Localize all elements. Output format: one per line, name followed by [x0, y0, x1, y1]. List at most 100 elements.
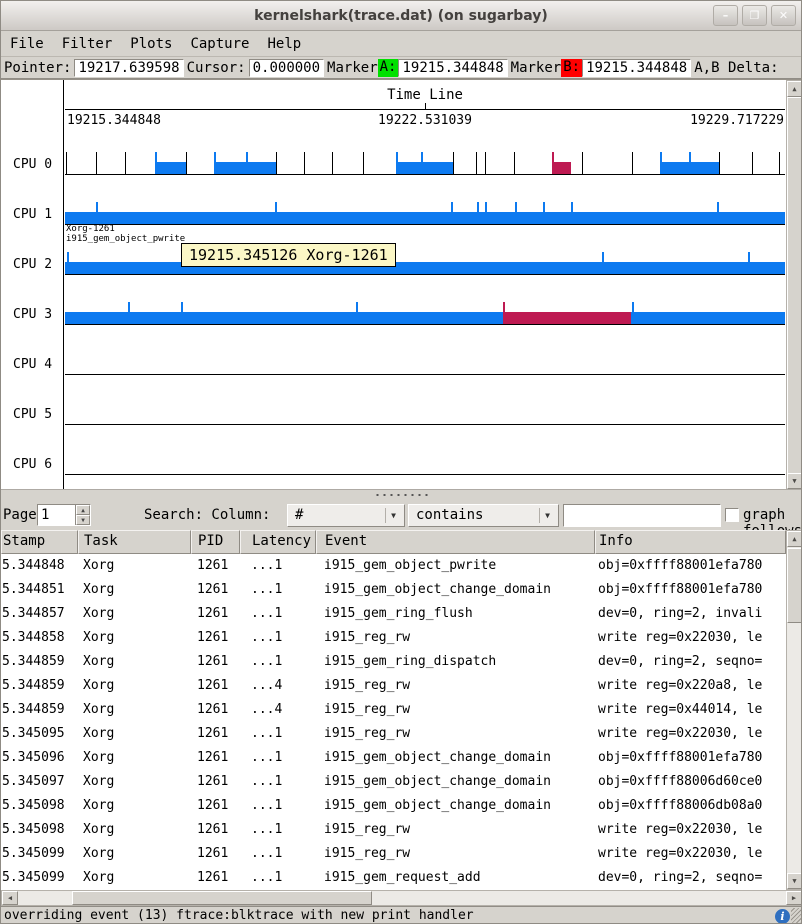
event-tick[interactable]	[66, 152, 67, 174]
task-bar[interactable]	[660, 162, 719, 174]
table-row[interactable]: 5.345096Xorg1261...1i915_gem_object_chan…	[1, 746, 786, 770]
table-row[interactable]: 5.345097Xorg1261...1i915_gem_object_chan…	[1, 770, 786, 794]
table-row[interactable]: 5.344859Xorg1261...4i915_reg_rwwrite reg…	[1, 674, 786, 698]
cell-pid: 1261	[191, 626, 240, 650]
task-bar[interactable]	[503, 312, 631, 324]
menu-plots[interactable]: Plots	[121, 31, 181, 57]
task-bar[interactable]	[214, 162, 276, 174]
scroll-up-icon[interactable]: ▲	[787, 531, 802, 547]
column-select[interactable]: # ▼	[287, 504, 405, 527]
marker-b-label: Marker	[508, 60, 562, 76]
header-stamp[interactable]: Stamp	[1, 530, 78, 554]
event-tick[interactable]	[632, 152, 633, 174]
table-row[interactable]: 5.344848Xorg1261...1i915_gem_object_pwri…	[1, 554, 786, 578]
event-tick[interactable]	[186, 152, 187, 174]
task-bar[interactable]	[631, 312, 785, 324]
table-row[interactable]: 5.344859Xorg1261...1i915_gem_ring_dispat…	[1, 650, 786, 674]
menu-filter[interactable]: Filter	[53, 31, 122, 57]
cell-info: write reg=0x22030, le	[595, 626, 786, 650]
task-bar[interactable]	[155, 162, 186, 174]
table-horizontal-scrollbar[interactable]: ◀ ▶	[1, 890, 802, 906]
event-tick[interactable]	[332, 152, 333, 174]
scroll-down-icon[interactable]: ▼	[787, 473, 802, 489]
event-tick[interactable]	[779, 152, 780, 174]
event-tick[interactable]	[719, 152, 720, 174]
cell-pid: 1261	[191, 602, 240, 626]
task-bar[interactable]	[552, 162, 571, 174]
pane-splitter[interactable]	[1, 489, 802, 501]
table-row[interactable]: 5.344859Xorg1261...4i915_reg_rwwrite reg…	[1, 698, 786, 722]
horizontal-scrollbar-thumb[interactable]	[72, 891, 372, 905]
marker-a-badge[interactable]: A:	[378, 59, 399, 77]
titlebar[interactable]: kernelshark(trace.dat) (on sugarbay) – ❐…	[1, 1, 801, 31]
graph-scrollbar-thumb[interactable]	[787, 97, 802, 474]
menu-help[interactable]: Help	[258, 31, 310, 57]
task-bar[interactable]	[65, 262, 785, 274]
event-tick[interactable]	[125, 152, 126, 174]
scroll-right-icon[interactable]: ▶	[786, 891, 802, 905]
operator-select[interactable]: contains ▼	[408, 504, 559, 527]
table-row[interactable]: 5.344857Xorg1261...1i915_gem_ring_flushd…	[1, 602, 786, 626]
menu-capture[interactable]: Capture	[181, 31, 258, 57]
event-tick[interactable]	[582, 152, 583, 174]
event-tick[interactable]	[276, 152, 277, 174]
event-tick[interactable]	[363, 152, 364, 174]
event-table[interactable]: 5.344848Xorg1261...1i915_gem_object_pwri…	[1, 554, 786, 890]
table-row[interactable]: 5.345098Xorg1261...1i915_reg_rwwrite reg…	[1, 818, 786, 842]
scroll-left-icon[interactable]: ◀	[2, 891, 18, 905]
pointer-label: Pointer:	[1, 60, 74, 76]
cell-stamp: 5.344848	[1, 554, 78, 578]
scroll-up-icon[interactable]: ▲	[787, 81, 802, 97]
event-tick[interactable]	[485, 152, 486, 174]
timeline-graph[interactable]: CPU 0CPU 1CPU 2CPU 3CPU 4CPU 5CPU 6 Time…	[1, 79, 802, 489]
cell-event: i915_gem_object_pwrite	[316, 554, 595, 578]
table-vertical-scrollbar[interactable]: ▲ ▼	[786, 530, 802, 890]
graph-follows-checkbox[interactable]	[725, 508, 739, 522]
spin-down-icon[interactable]: ▼	[76, 515, 90, 525]
event-tick[interactable]	[476, 152, 477, 174]
table-row[interactable]: 5.344858Xorg1261...1i915_reg_rwwrite reg…	[1, 626, 786, 650]
table-row[interactable]: 5.344851Xorg1261...1i915_gem_object_chan…	[1, 578, 786, 602]
marker-b-badge[interactable]: B:	[561, 59, 582, 77]
info-icon[interactable]: i	[775, 909, 790, 924]
event-tick[interactable]	[96, 152, 97, 174]
cell-event: i915_reg_rw	[316, 698, 595, 722]
cell-latency: ...1	[240, 722, 316, 746]
cursor-value: 0.000000	[249, 59, 324, 77]
cpu-row-label: CPU 4	[13, 357, 52, 372]
resize-grip[interactable]	[791, 908, 802, 924]
event-tick[interactable]	[514, 152, 515, 174]
table-row[interactable]: 5.345099Xorg1261...1i915_gem_request_add…	[1, 866, 786, 890]
close-button[interactable]: ✕	[771, 5, 796, 26]
cell-pid: 1261	[191, 770, 240, 794]
search-input[interactable]	[563, 504, 721, 527]
minimize-button[interactable]: –	[713, 5, 738, 26]
timeline-plot[interactable]: Time Line 19215.344848 19222.531039 1922…	[65, 80, 785, 490]
header-pid[interactable]: PID	[191, 530, 240, 554]
page-spinner[interactable]: 1 ▲ ▼	[37, 504, 91, 526]
table-row[interactable]: 5.345099Xorg1261...1i915_reg_rwwrite reg…	[1, 842, 786, 866]
table-scrollbar-thumb[interactable]	[787, 548, 802, 623]
cpu-baseline	[65, 224, 785, 225]
cell-pid: 1261	[191, 722, 240, 746]
header-info[interactable]: Info	[595, 530, 786, 554]
event-tick[interactable]	[453, 152, 454, 174]
scroll-down-icon[interactable]: ▼	[787, 873, 802, 889]
header-task[interactable]: Task	[78, 530, 191, 554]
task-bar[interactable]	[65, 212, 785, 224]
status-text: overriding event (13) ftrace:blktrace wi…	[4, 908, 474, 923]
spin-up-icon[interactable]: ▲	[76, 505, 90, 515]
header-latency[interactable]: Latency	[240, 530, 316, 554]
task-bar[interactable]	[65, 312, 503, 324]
event-tick[interactable]	[304, 152, 305, 174]
cell-latency: ...1	[240, 818, 316, 842]
header-event[interactable]: Event	[316, 530, 595, 554]
table-row[interactable]: 5.345095Xorg1261...1i915_reg_rwwrite reg…	[1, 722, 786, 746]
maximize-button[interactable]: ❐	[742, 5, 767, 26]
graph-vertical-scrollbar[interactable]: ▲ ▼	[786, 80, 802, 490]
menu-file[interactable]: File	[1, 31, 53, 57]
task-bar[interactable]	[396, 162, 453, 174]
cpu-baseline	[65, 274, 785, 275]
event-tick[interactable]	[752, 152, 753, 174]
table-row[interactable]: 5.345098Xorg1261...1i915_gem_object_chan…	[1, 794, 786, 818]
